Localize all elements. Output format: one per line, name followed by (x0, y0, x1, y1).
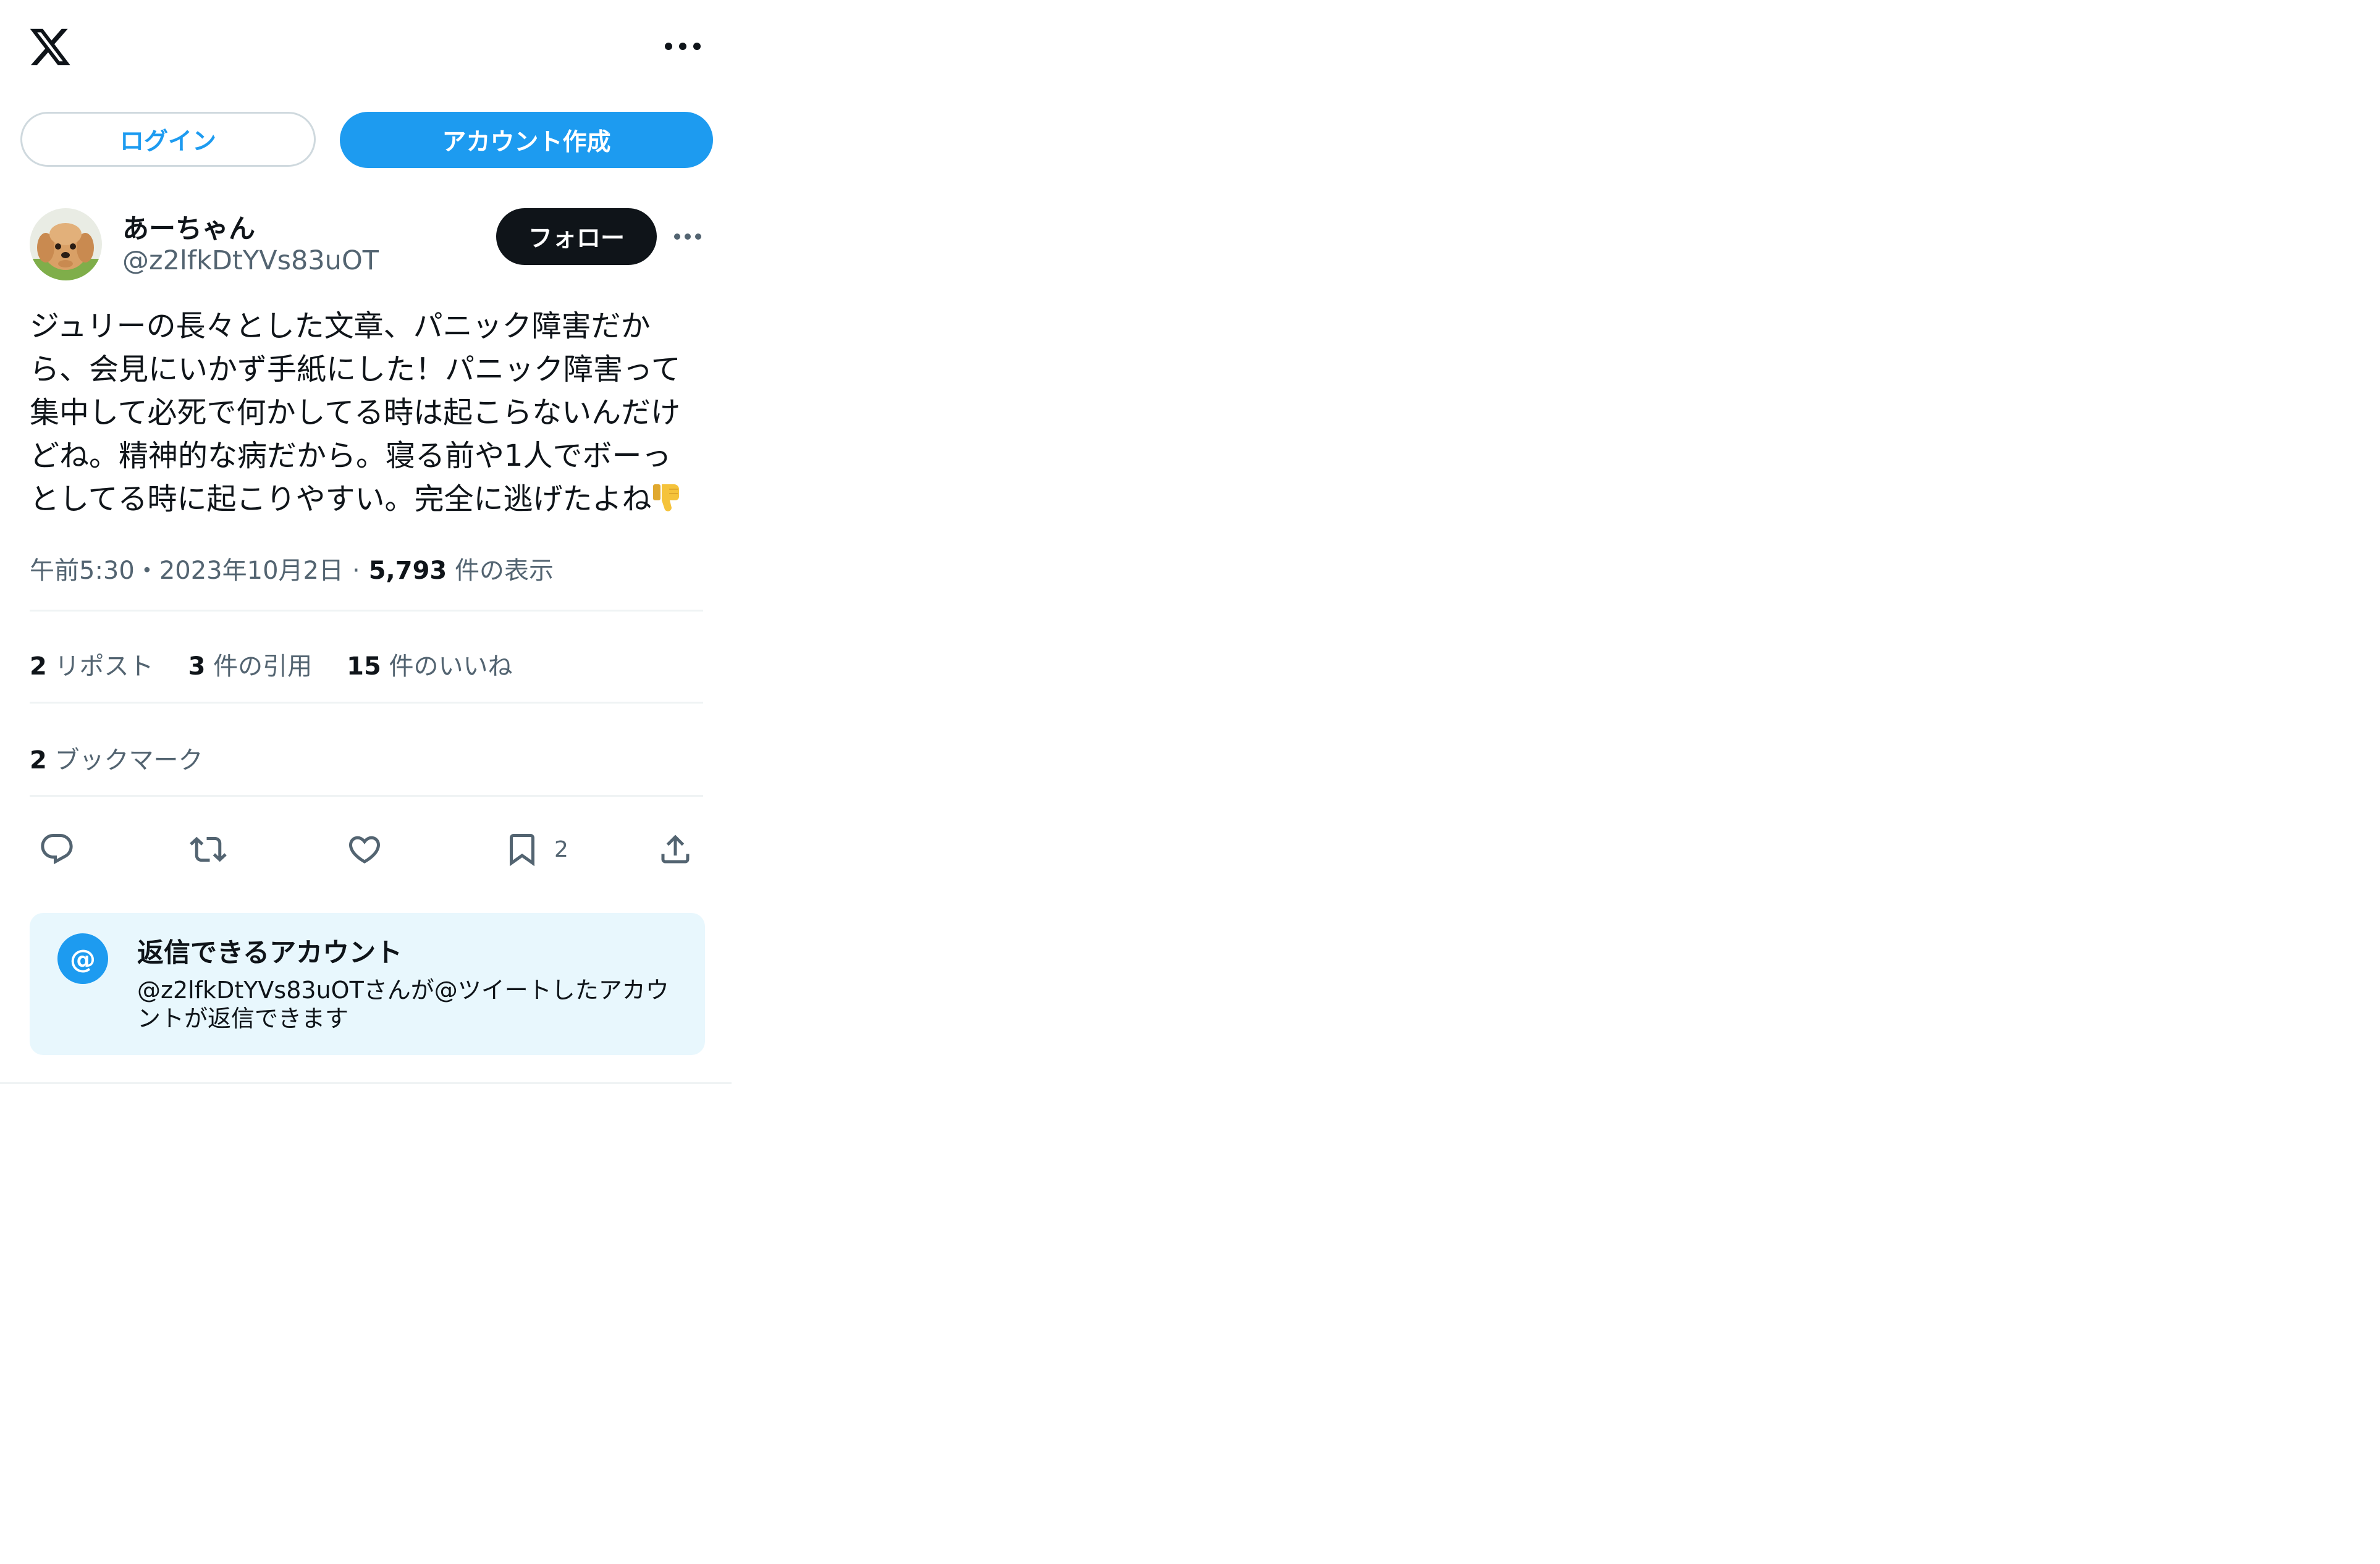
bookmarks-count: 2 (30, 746, 47, 775)
x-logo-icon[interactable] (28, 25, 72, 69)
reposts-count: 2 (30, 652, 47, 681)
more-horizontal-icon[interactable] (661, 37, 704, 56)
quotes-stat[interactable]: 3 件の引用 (188, 646, 313, 682)
likes-label: 件のいいね (389, 652, 513, 681)
login-button[interactable]: ログイン (20, 112, 316, 167)
reposts-stat[interactable]: 2 リポスト (30, 646, 154, 682)
page: ログイン アカウント作成 あーちゃん @z2lfkDtYVs83uOT フォロー (0, 0, 2380, 1564)
reply-icon (41, 834, 73, 865)
follow-button[interactable]: フォロー (496, 208, 657, 265)
likes-count: 15 (347, 652, 381, 681)
reply-button[interactable] (38, 828, 75, 871)
reply-restriction-title: 返信できるアカウント (137, 938, 403, 969)
divider (30, 702, 703, 704)
tweet-more-icon[interactable] (672, 227, 703, 246)
bookmarks-label: ブックマーク (54, 746, 203, 775)
signup-button[interactable]: アカウント作成 (340, 112, 713, 168)
reposts-label: リポスト (54, 652, 154, 681)
thumbs-down-icon (652, 481, 682, 526)
reply-restriction-box: @ 返信できるアカウント @z2lfkDtYVs83uOTさんが@ツイートしたア… (30, 913, 705, 1055)
bookmark-count: 2 (554, 836, 568, 862)
avatar[interactable] (30, 208, 102, 280)
share-icon (661, 835, 690, 864)
tweet-text: ジュリーの長々とした文章、パニック障害だか ら、会見にいかず手紙にした！パニック… (30, 305, 709, 526)
divider (30, 610, 703, 612)
bookmarks-stat: 2 ブックマーク (30, 740, 203, 776)
quotes-count: 3 (188, 652, 206, 681)
views-count: 5,793 (368, 557, 447, 585)
reply-restriction-description: @z2lfkDtYVs83uOTさんが@ツイートしたアカウントが返信できます (137, 977, 669, 1032)
meta-separator: ・ (134, 557, 159, 585)
share-button[interactable] (657, 828, 694, 871)
user-handle[interactable]: @z2lfkDtYVs83uOT (122, 245, 379, 276)
tweet-date[interactable]: 2023年10月2日 (159, 557, 344, 585)
tweet-column: ログイン アカウント作成 あーちゃん @z2lfkDtYVs83uOT フォロー (0, 0, 732, 1084)
repost-icon (190, 836, 227, 862)
repost-button[interactable] (190, 828, 227, 871)
bookmark-button[interactable]: 2 (504, 828, 568, 871)
at-sign-icon: @ (57, 933, 108, 984)
bookmark-icon (510, 834, 534, 867)
divider (30, 795, 703, 797)
quotes-label: 件の引用 (213, 652, 313, 681)
display-name[interactable]: あーちゃん (122, 208, 255, 246)
puppy-avatar-icon (30, 208, 102, 280)
like-button[interactable] (346, 828, 383, 871)
heart-icon (348, 836, 381, 864)
meta-dot: · (352, 557, 360, 585)
tweet-time[interactable]: 午前5:30 (30, 557, 135, 585)
likes-stat[interactable]: 15 件のいいね (347, 646, 512, 682)
tweet-text-body: ジュリーの長々とした文章、パニック障害だか ら、会見にいかず手紙にした！パニック… (30, 309, 681, 516)
views-label: 件の表示 (454, 557, 554, 585)
tweet-meta: 午前5:30・2023年10月2日 · 5,793 件の表示 (30, 550, 554, 586)
stats-row: 2 リポスト 3 件の引用 15 件のいいね (30, 646, 513, 682)
